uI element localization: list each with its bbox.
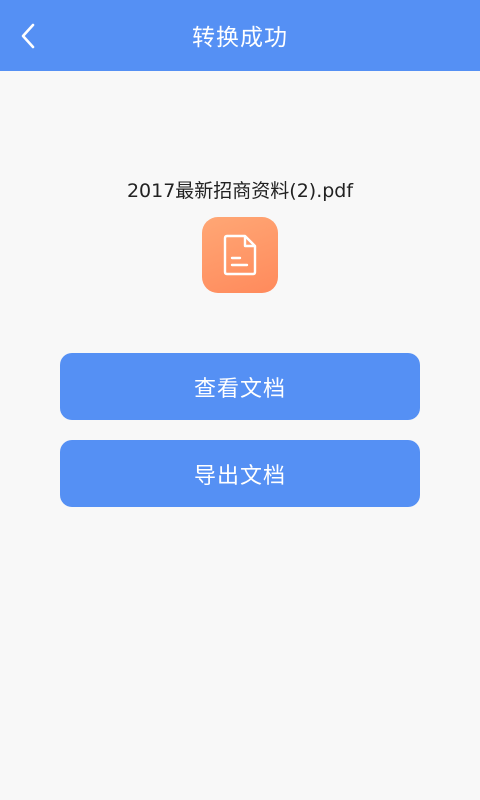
- file-name: 2017最新招商资料(2).pdf: [126, 180, 354, 202]
- export-document-button[interactable]: 导出文档: [60, 440, 420, 507]
- file-thumbnail[interactable]: [202, 217, 278, 293]
- page-title: 转换成功: [192, 25, 288, 51]
- app-header: 转换成功: [0, 0, 480, 71]
- view-document-button[interactable]: 查看文档: [60, 353, 420, 420]
- document-icon: [223, 234, 257, 276]
